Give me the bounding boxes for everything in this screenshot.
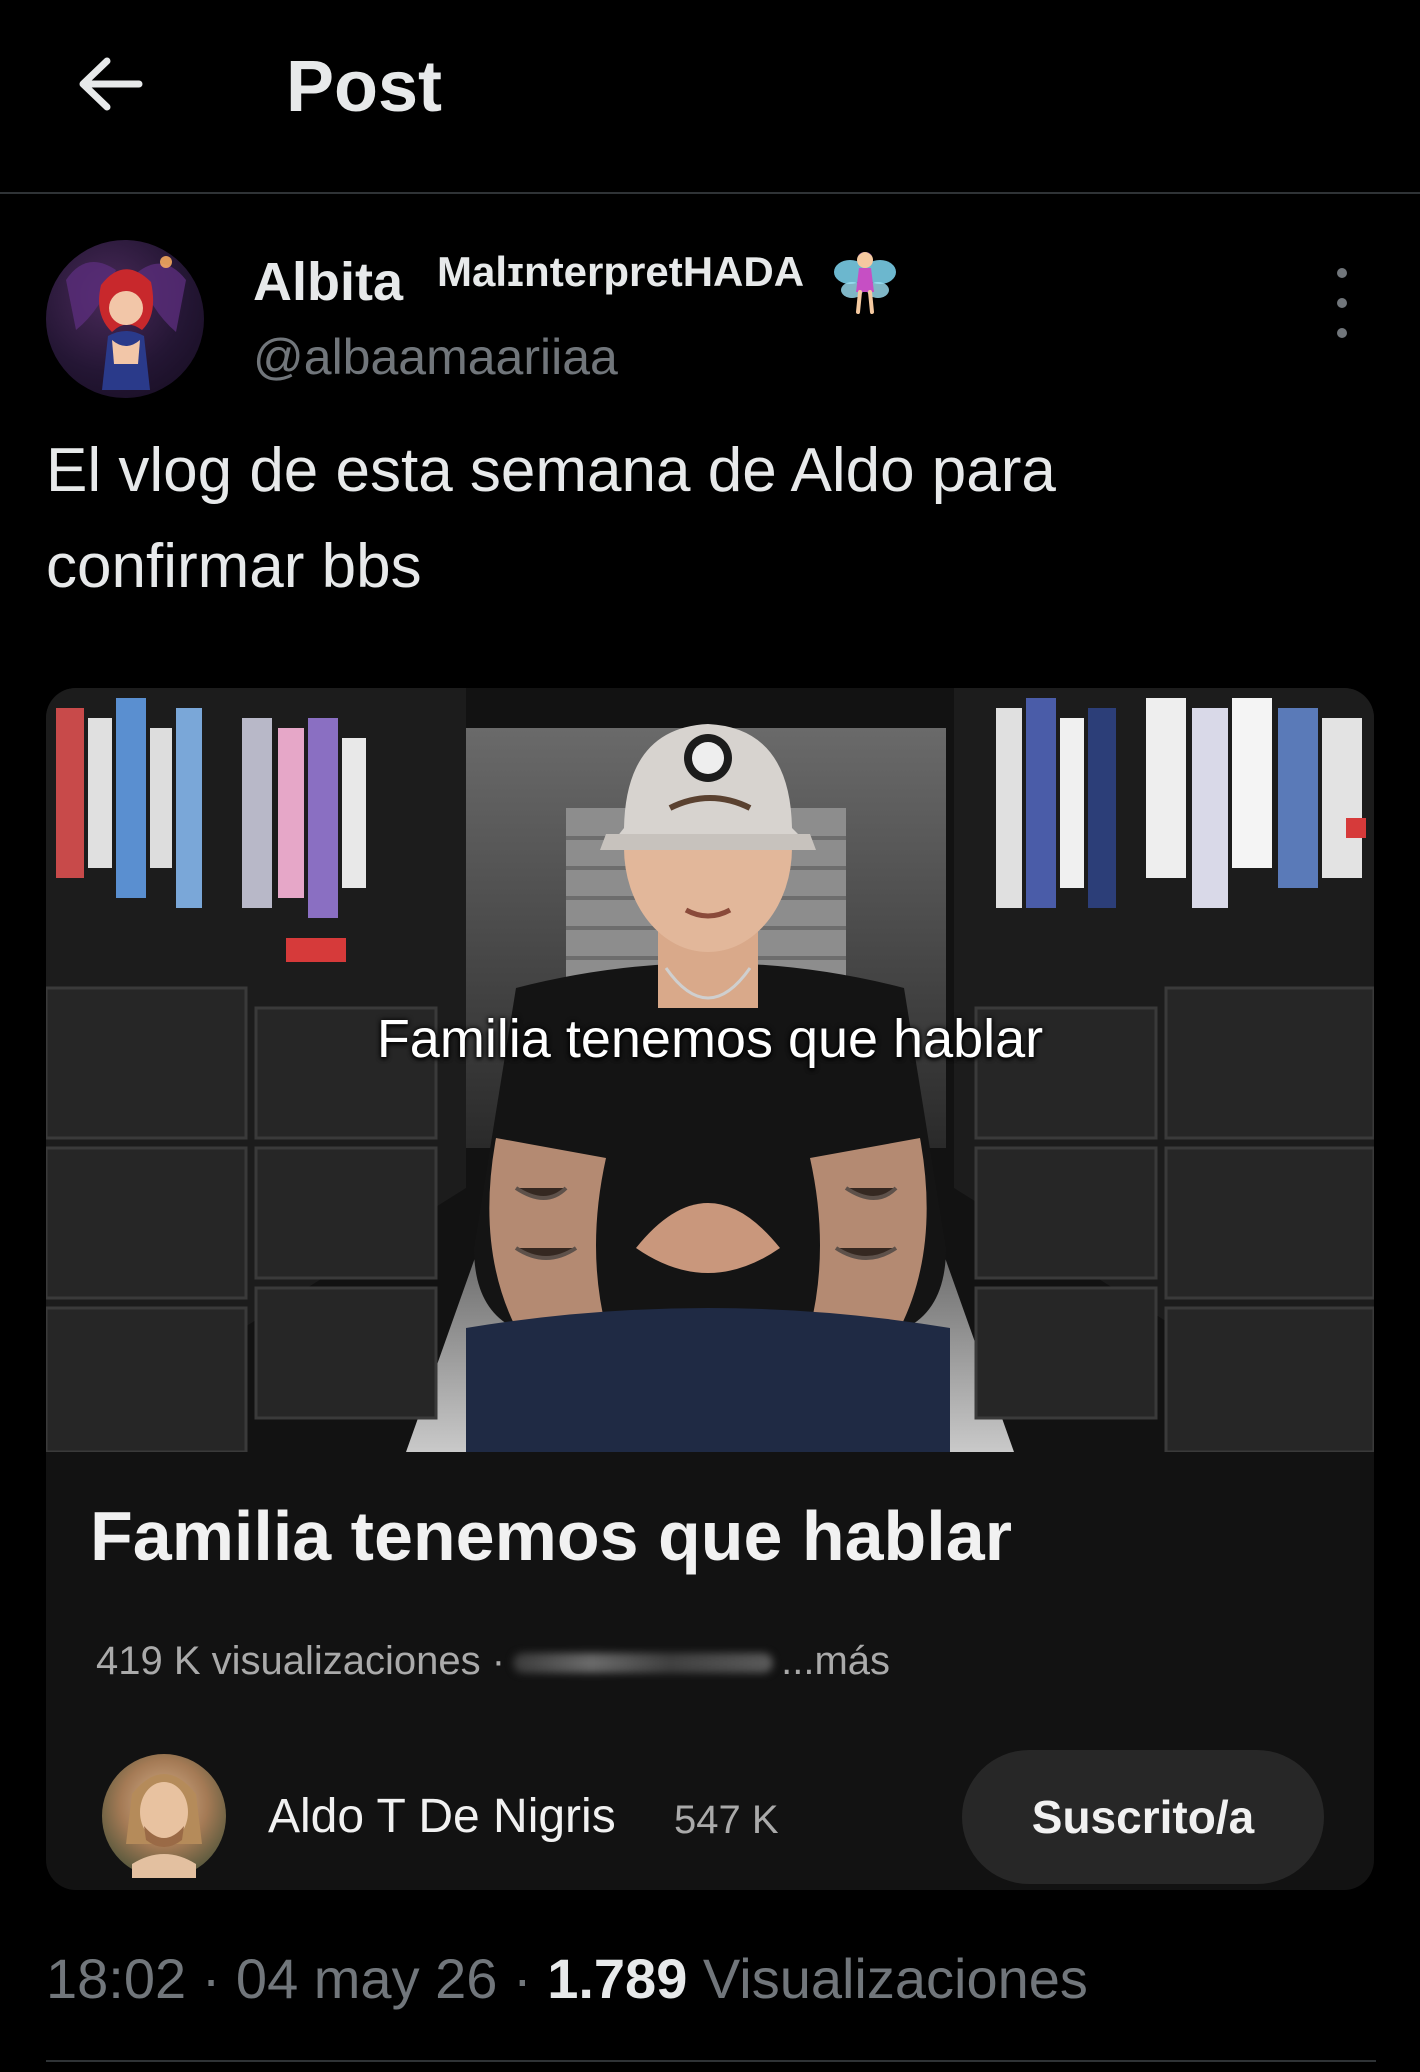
tweet-text-line: confirmar bbs [46, 532, 422, 601]
more-link[interactable]: ...más [781, 1639, 890, 1683]
post-page: Post Albita MalɪnterpretHADA @albaamaari… [0, 0, 1420, 2072]
fairy-icon [834, 252, 896, 314]
video-views: 419 K visualizaciones · [96, 1639, 506, 1683]
more-vertical-icon [1337, 268, 1347, 278]
video-thumbnail[interactable]: Familia tenemos que hablar [46, 688, 1374, 1452]
back-button[interactable] [70, 44, 150, 124]
video-meta: 419 K visualizaciones · ...más [96, 1636, 890, 1686]
blurred-date [513, 1653, 774, 1674]
channel-avatar[interactable] [102, 1754, 226, 1878]
author-avatar[interactable] [46, 240, 204, 398]
post-time[interactable]: 18:02 [46, 1947, 186, 2010]
tweet-text: El vlog de esta semana de Aldo para conf… [46, 440, 1376, 598]
media-attachment[interactable]: Familia tenemos que hablar Familia tenem… [46, 688, 1374, 1890]
tweet-text-line: El vlog de esta semana de Aldo para [46, 436, 1056, 505]
top-bar: Post [0, 0, 1420, 194]
page-title: Post [286, 47, 443, 127]
author-display-name[interactable]: Albita [253, 250, 403, 314]
arrow-left-icon [79, 57, 143, 111]
channel-subscriber-count: 547 K [674, 1798, 779, 1842]
divider [46, 2060, 1376, 2062]
meta-separator: · [512, 1947, 532, 2010]
video-title[interactable]: Familia tenemos que hablar [90, 1494, 1012, 1578]
views-label: Visualizaciones [702, 1947, 1088, 2010]
avatar-illustration [66, 256, 186, 390]
subscribed-button[interactable]: Suscrito/a [962, 1750, 1324, 1884]
more-options-button[interactable] [1318, 268, 1366, 338]
author-name-suffix[interactable]: MalɪnterpretHADA [437, 244, 804, 300]
thumbnail-image [46, 688, 1374, 1452]
channel-name[interactable]: Aldo T De Nigris [268, 1788, 616, 1846]
meta-separator: · [201, 1947, 221, 2010]
channel-avatar-image [126, 1774, 202, 1878]
video-frame-caption: Familia tenemos que hablar [376, 1009, 1044, 1069]
post-date[interactable]: 04 may 26 [236, 1947, 498, 2010]
post-metadata: 18:02 · 04 may 26 · 1.789 Visualizacione… [46, 1944, 1088, 2014]
views-count: 1.789 [547, 1947, 688, 2010]
author-handle[interactable]: @albaamaariiaa [253, 325, 618, 389]
